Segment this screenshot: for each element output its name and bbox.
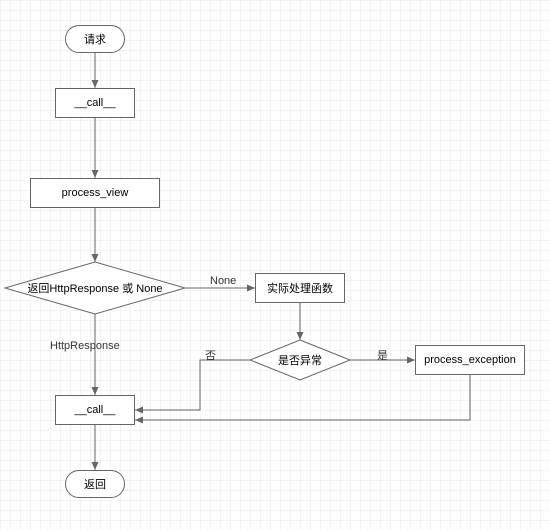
node-handler: 实际处理函数 bbox=[255, 273, 345, 303]
node-end-label: 返回 bbox=[84, 476, 106, 492]
edge-label-yes-text: 是 bbox=[377, 350, 388, 362]
edge-label-none: None bbox=[210, 275, 236, 287]
edge-label-yes: 是 bbox=[377, 347, 388, 363]
decision-is-exception bbox=[250, 340, 350, 380]
edge-dec2-call2 bbox=[135, 360, 250, 410]
node-start: 请求 bbox=[65, 25, 125, 53]
decision-return-type-text: 返回HttpResponse 或 None bbox=[27, 280, 162, 296]
node-call-2-label: __call__ bbox=[75, 404, 116, 416]
node-call-1-label: __call__ bbox=[75, 97, 116, 109]
decision-return-type-label: 返回HttpResponse 或 None bbox=[15, 278, 175, 298]
node-process-exception-label: process_exception bbox=[424, 354, 516, 366]
node-call-1: __call__ bbox=[55, 88, 135, 118]
node-process-view-label: process_view bbox=[62, 187, 129, 199]
node-call-2: __call__ bbox=[55, 395, 135, 425]
edge-label-no: 否 bbox=[205, 347, 216, 363]
decision-is-exception-label: 是否异常 bbox=[260, 350, 340, 370]
edge-label-none-text: None bbox=[210, 275, 236, 287]
node-process-exception: process_exception bbox=[415, 345, 525, 375]
decision-return-type bbox=[5, 262, 185, 314]
edge-label-no-text: 否 bbox=[205, 350, 216, 362]
edge-label-httpresponse: HttpResponse bbox=[50, 340, 120, 352]
edge-pexc-call2 bbox=[135, 375, 470, 420]
node-handler-label: 实际处理函数 bbox=[267, 280, 333, 296]
edges-layer bbox=[0, 0, 550, 530]
edge-label-httpresponse-text: HttpResponse bbox=[50, 340, 120, 352]
node-start-label: 请求 bbox=[84, 31, 106, 47]
node-process-view: process_view bbox=[30, 178, 160, 208]
flowchart-canvas: 请求 __call__ process_view 返回HttpResponse … bbox=[0, 0, 550, 530]
node-end: 返回 bbox=[65, 470, 125, 498]
decision-is-exception-text: 是否异常 bbox=[278, 352, 322, 368]
